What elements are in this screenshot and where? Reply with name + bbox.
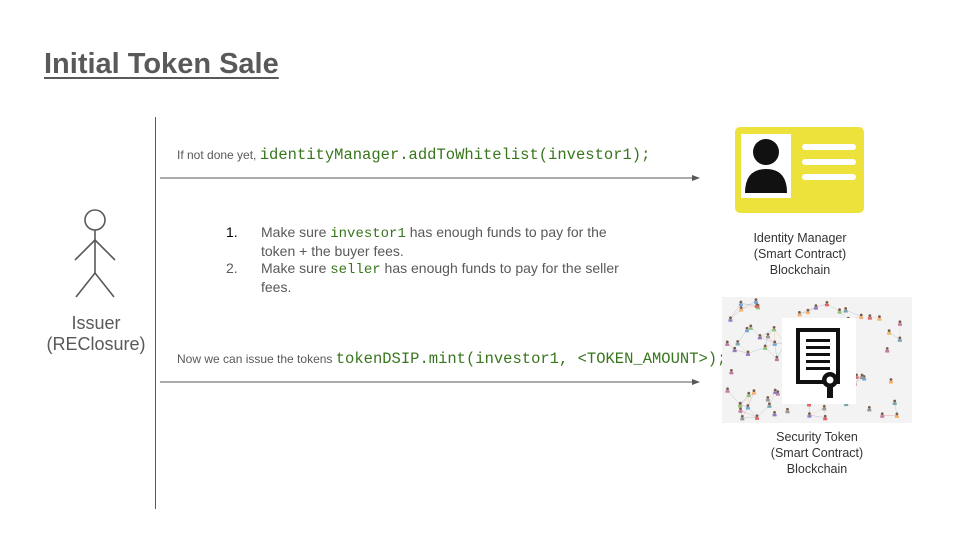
list-item: 1. Make sure investor1 has enough funds … (222, 224, 642, 260)
network-person-node (897, 320, 902, 326)
network-person-node (885, 347, 890, 353)
whitelist-code: identityManager.addToWhitelist(investor1… (259, 146, 651, 164)
list-item-pre: Make sure (261, 224, 331, 240)
whitelist-step: If not done yet, identityManager.addToWh… (177, 146, 650, 164)
network-person-node (774, 355, 779, 362)
network-person-node (738, 407, 743, 413)
security-token-platform: Blockchain (786, 462, 848, 476)
network-person-node (753, 298, 758, 304)
network-person-node (822, 405, 827, 411)
network-person-node (892, 399, 897, 406)
network-person-node (725, 340, 730, 346)
identity-manager-label: Identity Manager (Smart Contract) Blockc… (730, 230, 870, 278)
network-person-node (897, 336, 902, 342)
blockchain-network-image (722, 297, 912, 423)
actor-name: Issuer (71, 313, 121, 333)
network-person-node (772, 326, 777, 332)
network-person-node (738, 300, 743, 306)
list-item-code: investor1 (330, 226, 406, 242)
list-item-pre: Make sure (261, 260, 331, 276)
network-person-node (772, 410, 777, 417)
list-item-code: seller (330, 262, 381, 278)
network-person-node (763, 344, 768, 350)
identity-manager-type: (Smart Contract) (753, 247, 847, 261)
network-person-node (755, 414, 760, 420)
mint-step: Now we can issue the tokens tokenDSIP.mi… (177, 350, 726, 368)
arrow-to-security-token (160, 379, 700, 385)
network-person-node (867, 314, 872, 320)
actor-org: (REClosure) (46, 334, 146, 354)
network-person-node (746, 391, 751, 398)
network-person-node (765, 333, 770, 339)
network-person-node (745, 326, 750, 333)
network-person-node (843, 307, 848, 313)
identity-manager-platform: Blockchain (769, 263, 831, 277)
network-person-node (867, 406, 872, 412)
preconditions-list: 1. Make sure investor1 has enough funds … (222, 224, 642, 296)
mint-code: tokenDSIP.mint(investor1, <TOKEN_AMOUNT>… (335, 350, 727, 368)
mint-step-prefix: Now we can issue the tokens (177, 352, 336, 366)
security-token-type: (Smart Contract) (770, 446, 864, 460)
list-item-number: 2. (226, 260, 238, 276)
document-certificate-icon (782, 318, 856, 404)
stick-figure-icon (74, 209, 116, 298)
security-token-label: Security Token (Smart Contract) Blockcha… (747, 429, 887, 477)
network-person-node (888, 378, 893, 384)
network-person-node (748, 324, 753, 330)
network-person-node (729, 368, 734, 375)
network-person-node (837, 308, 842, 314)
network-person-node (887, 329, 892, 335)
list-item: 2. Make sure seller has enough funds to … (222, 260, 642, 296)
network-person-node (765, 396, 770, 402)
list-item-number: 1. (226, 224, 238, 240)
issuer-lifeline (155, 117, 156, 509)
network-person-node (767, 402, 772, 408)
security-token-name: Security Token (776, 430, 858, 444)
network-person-node (751, 389, 756, 395)
network-person-node (785, 407, 790, 414)
identity-manager-name: Identity Manager (753, 231, 847, 245)
arrow-to-identity-manager (160, 175, 700, 181)
network-person-node (732, 346, 737, 353)
network-person-node (824, 300, 829, 307)
network-person-node (807, 412, 812, 418)
slide-title: Initial Token Sale (44, 48, 279, 80)
actor-label: Issuer (REClosure) (40, 313, 152, 355)
network-person-node (859, 313, 864, 320)
id-card-icon (735, 127, 864, 213)
network-person-node (725, 387, 730, 393)
whitelist-step-prefix: If not done yet, (177, 148, 260, 162)
